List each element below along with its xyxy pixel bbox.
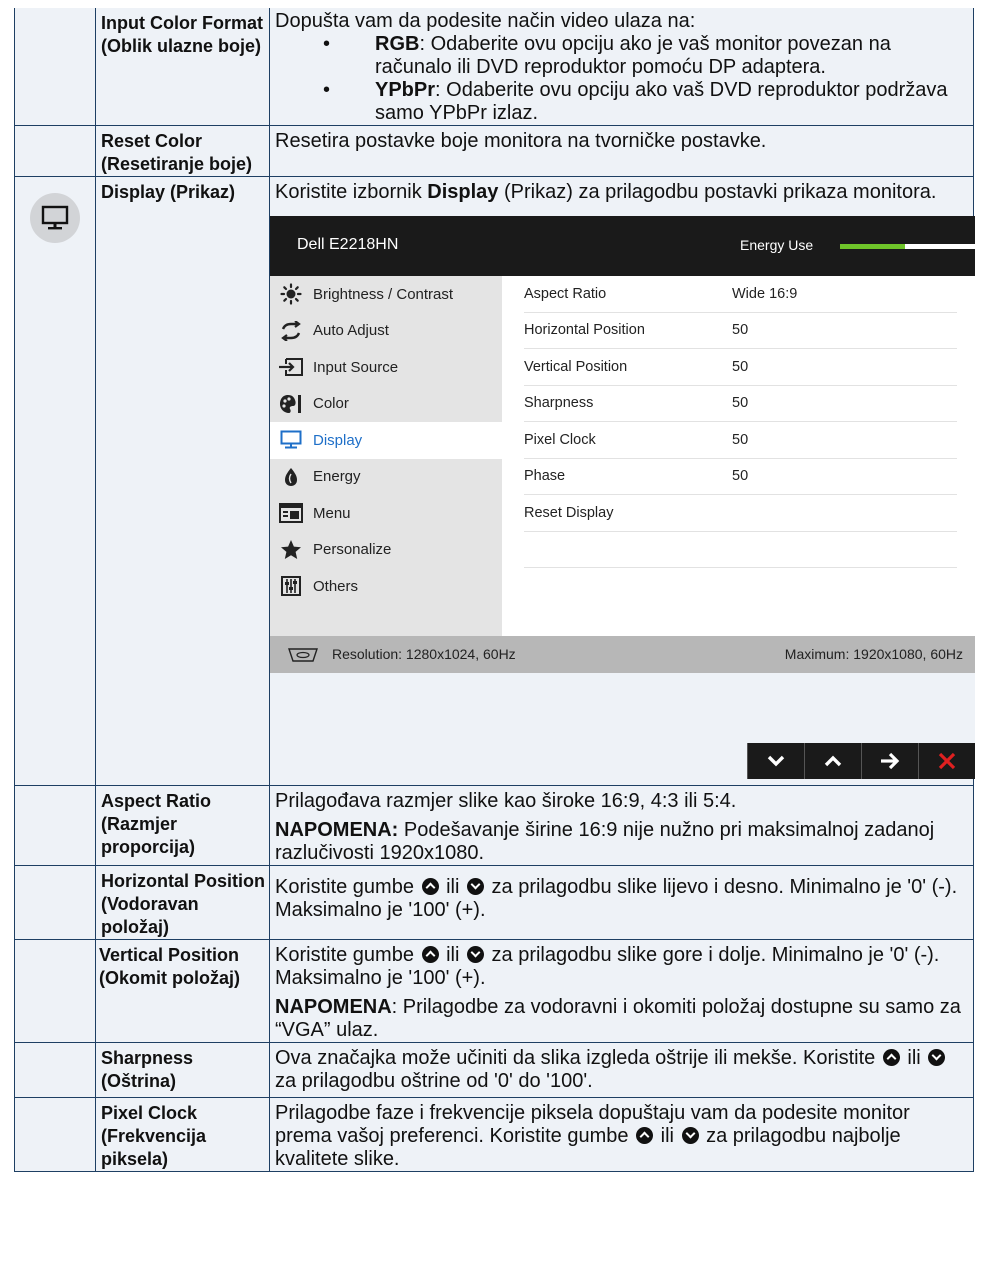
sun-icon	[278, 283, 304, 305]
row-pixel-clock: Pixel Clock (Frekvencija piksela) Prilag…	[14, 1097, 974, 1172]
osd-menu-energy[interactable]: Energy	[270, 459, 502, 496]
osd-main-menu: Brightness / Contrast Auto Adjust Input …	[270, 276, 502, 636]
up-button-icon	[636, 1127, 654, 1144]
row-reset-color: Reset Color (Resetiranje boje) Resetira …	[14, 125, 974, 177]
setting-description: Prilagođava razmjer slike kao široke 16:…	[275, 790, 737, 812]
row-horizontal-position: Horizontal Position (Vodoravan položaj) …	[14, 865, 974, 940]
row-vertical-position: Vertical Position (Okomit položaj) Koris…	[14, 939, 974, 1043]
osd-menu-personalize[interactable]: Personalize	[270, 532, 502, 569]
setting-name: Aspect Ratio (Razmjer proporcija)	[101, 791, 212, 857]
maximum-resolution: Maximum: 1920x1080, 60Hz	[784, 646, 963, 662]
settings-table: Input Color Format (Oblik ulazne boje) D…	[14, 8, 976, 1172]
current-resolution: Resolution: 1280x1024, 60Hz	[332, 646, 516, 662]
osd-menu-others[interactable]: Others	[270, 568, 502, 605]
up-button-icon	[421, 946, 439, 963]
osd-submenu-sharpness[interactable]: Sharpness 50	[524, 386, 957, 422]
setting-name: Input Color Format (Oblik ulazne boje)	[101, 13, 263, 56]
osd-submenu-vertical-position[interactable]: Vertical Position 50	[524, 349, 957, 386]
setting-name: Vertical Position (Okomit položaj)	[99, 945, 240, 988]
setting-description: Prilagodbe faze i frekvencije piksela do…	[275, 1102, 910, 1170]
energy-use-meter	[840, 244, 976, 249]
chevron-up-icon	[824, 755, 842, 767]
down-button[interactable]	[747, 743, 804, 779]
osd-submenu-reset-display[interactable]: Reset Display	[524, 495, 957, 532]
setting-name: Horizontal Position (Vodoravan položaj)	[101, 871, 265, 937]
osd-submenu-pixel-clock[interactable]: Pixel Clock 50	[524, 422, 957, 459]
setting-description: Koristite izbornik Display (Prikaz) za p…	[275, 181, 937, 203]
osd-menu-color[interactable]: Color	[270, 386, 502, 423]
input-source-icon	[278, 356, 304, 378]
auto-adjust-icon	[278, 320, 304, 342]
arrow-right-icon	[881, 752, 900, 770]
manual-page: Input Color Format (Oblik ulazne boje) D…	[0, 0, 986, 1272]
setting-description: Koristite gumbe ili za prilagodbu slike …	[275, 944, 940, 989]
up-button-icon	[421, 878, 439, 895]
energy-use-label: Energy Use	[740, 237, 814, 253]
row-input-color-format: Input Color Format (Oblik ulazne boje) D…	[14, 8, 974, 126]
osd-menu-input-source[interactable]: Input Source	[270, 349, 502, 386]
leaf-icon	[278, 466, 304, 488]
energy-use-fill	[840, 244, 906, 249]
row-aspect-ratio: Aspect Ratio (Razmjer proporcija) Prilag…	[14, 785, 974, 866]
setting-name: Display (Prikaz)	[101, 182, 236, 202]
down-button-icon	[466, 946, 484, 963]
close-icon	[938, 752, 956, 770]
option-ypbpr: • YPbPr: Odaberite ovu opciju ako vaš DVD…	[323, 79, 948, 124]
setting-description: Ova značajka može učiniti da slika izgle…	[270, 1043, 973, 1097]
option-rgb: • RGB: Odaberite ovu opciju ako je vaš mo…	[323, 33, 891, 78]
palette-icon	[278, 393, 304, 415]
up-button-icon	[882, 1049, 900, 1066]
osd-screenshot: Dell E2218HN Energy Use Brightness / Con…	[270, 216, 976, 779]
down-button-icon	[928, 1049, 946, 1066]
menu-window-icon	[278, 502, 304, 524]
osd-menu-brightness-contrast[interactable]: Brightness / Contrast	[270, 276, 502, 313]
monitor-icon	[278, 429, 304, 451]
monitor-icon	[41, 205, 69, 230]
setting-name: Pixel Clock (Frekvencija piksela)	[101, 1103, 207, 1169]
setting-description: Dopušta vam da podesite način video ulaz…	[275, 10, 696, 32]
osd-submenu-empty	[524, 532, 957, 568]
osd-submenu-aspect-ratio[interactable]: Aspect Ratio Wide 16:9	[524, 276, 957, 313]
setting-description: Resetira postavke boje monitora na tvorn…	[275, 130, 767, 152]
down-button-icon	[681, 1127, 699, 1144]
chevron-down-icon	[767, 755, 785, 767]
osd-display-submenu: Aspect Ratio Wide 16:9 Horizontal Positio…	[502, 276, 975, 636]
option-list: • RGB: Odaberite ovu opciju ako je vaš mo…	[275, 33, 969, 125]
setting-description: Koristite gumbe ili za prilagodbu slike …	[275, 876, 958, 921]
monitor-model: Dell E2218HN	[297, 236, 399, 253]
osd-submenu-phase[interactable]: Phase 50	[524, 459, 957, 495]
osd-header: Dell E2218HN Energy Use	[270, 216, 976, 276]
osd-submenu-horizontal-position[interactable]: Horizontal Position 50	[524, 313, 957, 349]
setting-note: NAPOMENA: Prilagodbe za vodoravni i okom…	[275, 996, 961, 1041]
up-button[interactable]	[804, 743, 861, 779]
exit-button[interactable]	[918, 743, 975, 779]
star-icon	[278, 539, 304, 561]
display-category-icon	[30, 193, 80, 243]
osd-footer: Resolution: 1280x1024, 60Hz Maximum: 192…	[270, 636, 975, 673]
row-display: Display (Prikaz) Koristite izbornik Disp…	[14, 176, 976, 786]
vga-connector-icon	[286, 647, 320, 666]
down-button-icon	[466, 878, 484, 895]
osd-button-bar	[270, 743, 975, 779]
osd-submenu-empty	[524, 568, 957, 605]
osd-menu-auto-adjust[interactable]: Auto Adjust	[270, 313, 502, 350]
setting-note: NAPOMENA: Podešavanje širine 16:9 nije n…	[275, 819, 935, 864]
setting-name: Sharpness (Oštrina)	[101, 1048, 194, 1091]
row-sharpness: Sharpness (Oštrina) Ova značajka može uč…	[14, 1042, 974, 1098]
enter-button[interactable]	[861, 743, 918, 779]
osd-menu-display[interactable]: Display	[270, 422, 502, 459]
sliders-icon	[278, 575, 304, 597]
osd-menu-menu[interactable]: Menu	[270, 495, 502, 532]
setting-name: Reset Color (Resetiranje boje)	[101, 131, 253, 174]
